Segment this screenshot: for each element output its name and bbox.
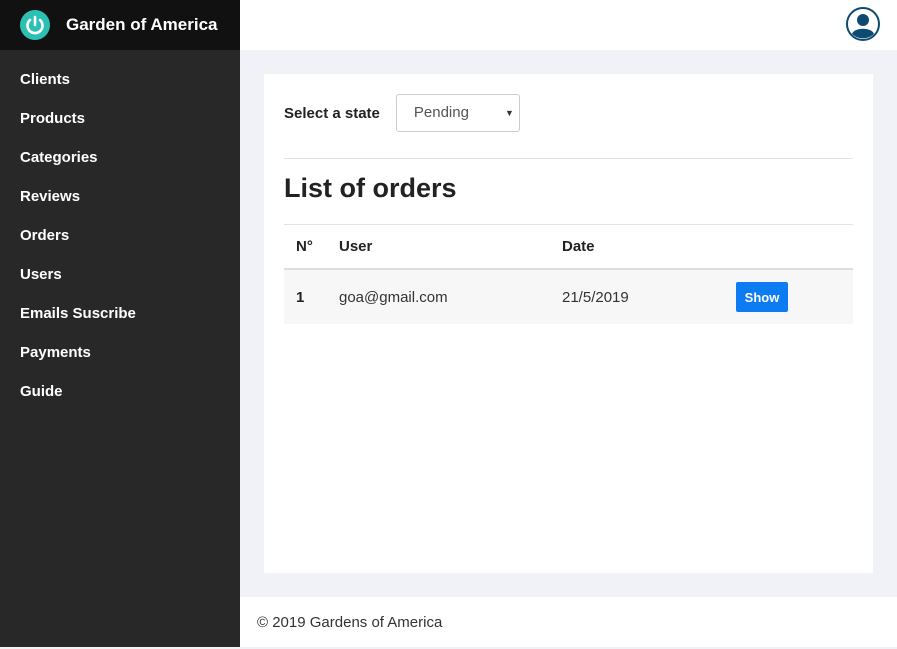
- order-number: 1: [296, 288, 305, 306]
- state-filter: Select a state Pending ▼: [284, 94, 853, 132]
- sidebar-item-clients[interactable]: Clients: [0, 60, 240, 99]
- sidebar-item-categories[interactable]: Categories: [0, 138, 240, 177]
- sidebar-item-products[interactable]: Products: [0, 99, 240, 138]
- user-avatar-icon[interactable]: [846, 7, 880, 41]
- column-header-date: Date: [562, 238, 595, 255]
- sidebar-item-guide[interactable]: Guide: [0, 372, 240, 411]
- state-select-value: Pending: [413, 104, 469, 121]
- state-filter-label: Select a state: [284, 104, 380, 122]
- sidebar-item-reviews[interactable]: Reviews: [0, 177, 240, 216]
- table-header-row: N° User Date: [284, 224, 853, 270]
- column-header-action: [724, 225, 853, 270]
- sidebar-item-emails-suscribe[interactable]: Emails Suscribe: [0, 294, 240, 333]
- orders-card: Select a state Pending ▼ List of orders …: [264, 74, 873, 573]
- brand[interactable]: Garden of America: [0, 0, 240, 50]
- show-button[interactable]: Show: [736, 282, 788, 312]
- state-select[interactable]: Pending ▼: [395, 94, 520, 132]
- table-row: 1 goa@gmail.com 21/5/2019 Show: [284, 269, 853, 324]
- chevron-down-icon: ▼: [504, 108, 514, 118]
- sidebar-item-users[interactable]: Users: [0, 255, 240, 294]
- sidebar: Garden of America Clients Products Categ…: [0, 0, 240, 647]
- orders-table: N° User Date 1 goa@gmail.com 21/5/2019 S…: [284, 224, 853, 324]
- column-header-number: N°: [296, 238, 313, 255]
- footer: © 2019 Gardens of America: [240, 597, 897, 647]
- power-icon: [20, 10, 50, 40]
- page-title: List of orders: [284, 173, 457, 203]
- sidebar-item-payments[interactable]: Payments: [0, 333, 240, 372]
- footer-text: © 2019 Gardens of America: [257, 614, 443, 631]
- sidebar-nav: Clients Products Categories Reviews Orde…: [0, 60, 240, 411]
- order-date: 21/5/2019: [562, 288, 629, 306]
- divider: [284, 158, 853, 159]
- order-user: goa@gmail.com: [339, 288, 448, 306]
- order-action-cell: Show: [724, 269, 853, 324]
- sidebar-item-orders[interactable]: Orders: [0, 216, 240, 255]
- column-header-user: User: [339, 238, 373, 255]
- top-bar: [240, 0, 897, 50]
- brand-name: Garden of America: [66, 15, 218, 34]
